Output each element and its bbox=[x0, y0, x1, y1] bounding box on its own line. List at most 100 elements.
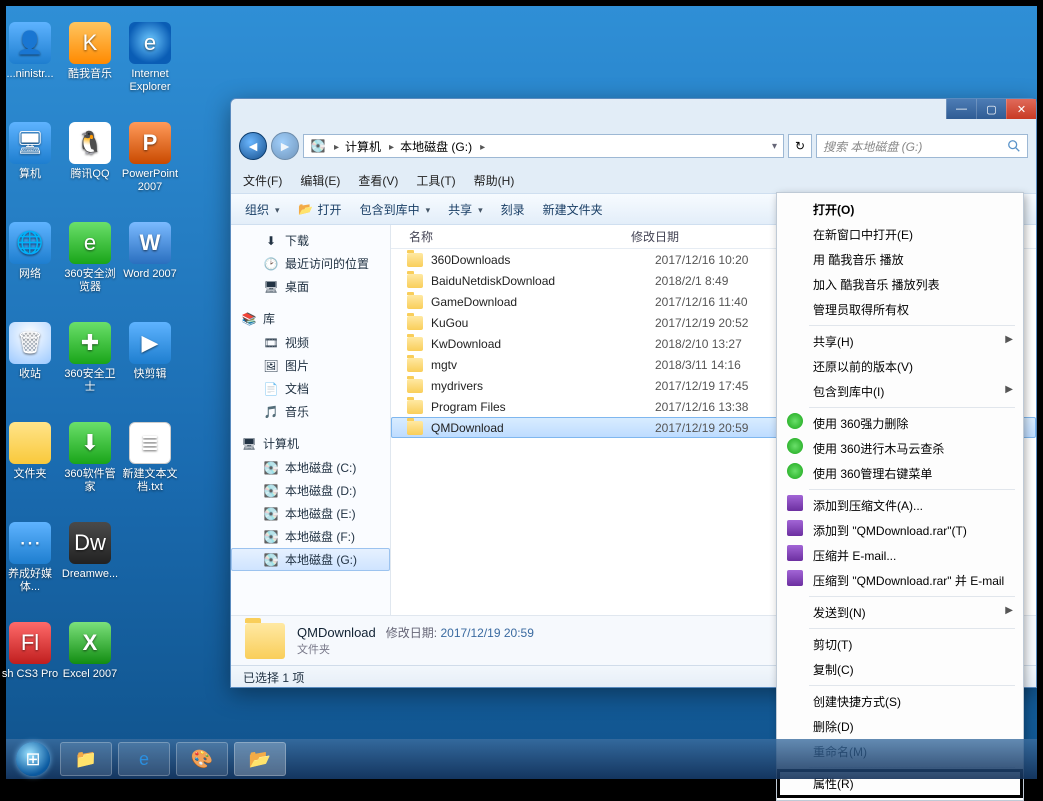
desktop-icon[interactable]: 文件夹 bbox=[0, 422, 60, 481]
nav-downloads[interactable]: ⬇下载 bbox=[231, 229, 390, 252]
minimize-button[interactable]: — bbox=[946, 99, 976, 119]
context-menu-item[interactable]: 压缩到 "QMDownload.rar" 并 E-mail bbox=[779, 568, 1021, 593]
breadcrumb-item[interactable]: 计算机 bbox=[345, 138, 381, 155]
desktop-icon[interactable]: 🖥算机 bbox=[0, 122, 60, 181]
desktop-icon-label: PowerPoint 2007 bbox=[120, 168, 180, 194]
file-date: 2018/3/11 14:16 bbox=[655, 358, 741, 372]
desktop-icon-label: Word 2007 bbox=[120, 268, 180, 281]
desktop-icon[interactable]: PPowerPoint 2007 bbox=[120, 122, 180, 194]
context-menu-item[interactable]: 使用 360强力删除 bbox=[779, 411, 1021, 436]
nav-videos[interactable]: 🎞视频 bbox=[231, 331, 390, 354]
column-date[interactable]: 修改日期 bbox=[631, 228, 781, 245]
menu-item-label: 创建快捷方式(S) bbox=[813, 695, 901, 709]
desktop-icon-label: sh CS3 Pro bbox=[0, 668, 60, 681]
context-menu-item[interactable]: 使用 360进行木马云查杀 bbox=[779, 436, 1021, 461]
context-menu-item[interactable]: 用 酷我音乐 播放 bbox=[779, 247, 1021, 272]
toolbar-share[interactable]: 共享 bbox=[448, 201, 483, 218]
desktop-icon[interactable]: DwDreamwe... bbox=[60, 522, 120, 581]
context-menu-item[interactable]: 管理员取得所有权 bbox=[779, 297, 1021, 322]
desktop-icon[interactable]: ≣新建文本文档.txt bbox=[120, 422, 180, 494]
nav-libraries[interactable]: 📚库 bbox=[231, 306, 390, 331]
search-input[interactable]: 搜索 本地磁盘 (G:) bbox=[816, 134, 1028, 158]
toolbar-burn[interactable]: 刻录 bbox=[501, 201, 525, 218]
context-menu-item[interactable]: 包含到库中(I)▶ bbox=[779, 379, 1021, 404]
refresh-button[interactable]: ↻ bbox=[788, 134, 812, 158]
toolbar-include[interactable]: 包含到库中 bbox=[360, 201, 431, 218]
windows-orb-icon bbox=[16, 742, 50, 776]
context-menu-item[interactable]: 添加到 "QMDownload.rar"(T) bbox=[779, 518, 1021, 543]
menu-item-label: 还原以前的版本(V) bbox=[813, 360, 913, 374]
submenu-arrow-icon: ▶ bbox=[1005, 384, 1013, 395]
menu-help[interactable]: 帮助(H) bbox=[474, 172, 515, 189]
desktop-icon[interactable]: 🗑收站 bbox=[0, 322, 60, 381]
computer-icon: 🖥 bbox=[241, 436, 257, 452]
nav-drive-e[interactable]: 💽本地磁盘 (E:) bbox=[231, 502, 390, 525]
nav-desktop[interactable]: 🖥桌面 bbox=[231, 275, 390, 298]
context-menu-item[interactable]: 复制(C) bbox=[779, 657, 1021, 682]
nav-recent[interactable]: 🕑最近访问的位置 bbox=[231, 252, 390, 275]
toolbar-open[interactable]: 📂打开 bbox=[298, 201, 342, 218]
start-button[interactable] bbox=[12, 739, 54, 779]
menu-item-label: 添加到压缩文件(A)... bbox=[813, 499, 923, 513]
file-name: KuGou bbox=[431, 316, 655, 330]
desktop-icon-label: 养成好媒体... bbox=[0, 568, 60, 594]
desktop-icon[interactable]: 🐧腾讯QQ bbox=[60, 122, 120, 181]
desktop-icon-label: 360软件管家 bbox=[60, 468, 120, 494]
nav-drive-f[interactable]: 💽本地磁盘 (F:) bbox=[231, 525, 390, 548]
context-menu-item[interactable]: 删除(D) bbox=[779, 714, 1021, 739]
nav-drive-g[interactable]: 💽本地磁盘 (G:) bbox=[231, 548, 390, 571]
context-menu-item[interactable]: 剪切(T) bbox=[779, 632, 1021, 657]
desktop-icon[interactable]: ⬇360软件管家 bbox=[60, 422, 120, 494]
rar-icon bbox=[787, 495, 803, 511]
forward-button[interactable]: ► bbox=[271, 132, 299, 160]
breadcrumb-item[interactable]: 本地磁盘 (G:) bbox=[400, 138, 472, 155]
context-menu-item[interactable]: 压缩并 E-mail... bbox=[779, 543, 1021, 568]
taskbar-folder-active[interactable]: 📂 bbox=[234, 742, 286, 776]
desktop-icon[interactable]: ▶快剪辑 bbox=[120, 322, 180, 381]
folder-open-icon: 📂 bbox=[298, 201, 314, 217]
nav-pictures[interactable]: 🖼图片 bbox=[231, 354, 390, 377]
library-icon: 📚 bbox=[241, 311, 257, 327]
context-menu-item[interactable]: 加入 酷我音乐 播放列表 bbox=[779, 272, 1021, 297]
nav-drive-c[interactable]: 💽本地磁盘 (C:) bbox=[231, 456, 390, 479]
context-menu-item[interactable]: 还原以前的版本(V) bbox=[779, 354, 1021, 379]
file-name: Program Files bbox=[431, 400, 655, 414]
menu-file[interactable]: 文件(F) bbox=[243, 172, 282, 189]
nav-music[interactable]: 🎵音乐 bbox=[231, 400, 390, 423]
desktop-icon[interactable]: ⋯养成好媒体... bbox=[0, 522, 60, 594]
nav-drive-d[interactable]: 💽本地磁盘 (D:) bbox=[231, 479, 390, 502]
context-menu-item[interactable]: 发送到(N)▶ bbox=[779, 600, 1021, 625]
nav-computer[interactable]: 🖥计算机 bbox=[231, 431, 390, 456]
menu-view[interactable]: 查看(V) bbox=[358, 172, 398, 189]
desktop-icon[interactable]: eInternet Explorer bbox=[120, 22, 180, 94]
taskbar-ie[interactable]: e bbox=[118, 742, 170, 776]
desktop-icon[interactable]: WWord 2007 bbox=[120, 222, 180, 281]
context-menu-item[interactable]: 使用 360管理右键菜单 bbox=[779, 461, 1021, 486]
desktop-icon[interactable]: XExcel 2007 bbox=[60, 622, 120, 681]
desktop-icon[interactable]: Flsh CS3 Pro bbox=[0, 622, 60, 681]
context-menu-item[interactable]: 共享(H)▶ bbox=[779, 329, 1021, 354]
taskbar-explorer[interactable]: 📁 bbox=[60, 742, 112, 776]
context-menu-item[interactable]: 创建快捷方式(S) bbox=[779, 689, 1021, 714]
desktop-icon[interactable]: K酷我音乐 bbox=[60, 22, 120, 81]
context-menu-item[interactable]: 打开(O) bbox=[779, 197, 1021, 222]
desktop-icon[interactable]: e360安全浏览器 bbox=[60, 222, 120, 294]
desktop-icon[interactable]: ✚360安全卫士 bbox=[60, 322, 120, 394]
menu-tools[interactable]: 工具(T) bbox=[416, 172, 455, 189]
breadcrumb[interactable]: 💽 计算机 本地磁盘 (G:) ▾ bbox=[303, 134, 784, 158]
toolbar-new-folder[interactable]: 新建文件夹 bbox=[543, 201, 603, 218]
desktop-icon[interactable]: 🌐网络 bbox=[0, 222, 60, 281]
taskbar-paint[interactable]: 🎨 bbox=[176, 742, 228, 776]
back-button[interactable]: ◄ bbox=[239, 132, 267, 160]
menu-item-label: 共享(H) bbox=[813, 335, 854, 349]
menu-edit[interactable]: 编辑(E) bbox=[300, 172, 340, 189]
nav-documents[interactable]: 📄文档 bbox=[231, 377, 390, 400]
close-button[interactable]: ✕ bbox=[1006, 99, 1036, 119]
context-menu-item[interactable]: 在新窗口中打开(E) bbox=[779, 222, 1021, 247]
column-name[interactable]: 名称 bbox=[391, 228, 631, 245]
desktop-icon[interactable]: 👤...ninistr... bbox=[0, 22, 60, 81]
maximize-button[interactable]: ▢ bbox=[976, 99, 1006, 119]
context-menu-item[interactable]: 添加到压缩文件(A)... bbox=[779, 493, 1021, 518]
menu-item-label: 发送到(N) bbox=[813, 606, 866, 620]
toolbar-organize[interactable]: 组织 bbox=[245, 201, 280, 218]
